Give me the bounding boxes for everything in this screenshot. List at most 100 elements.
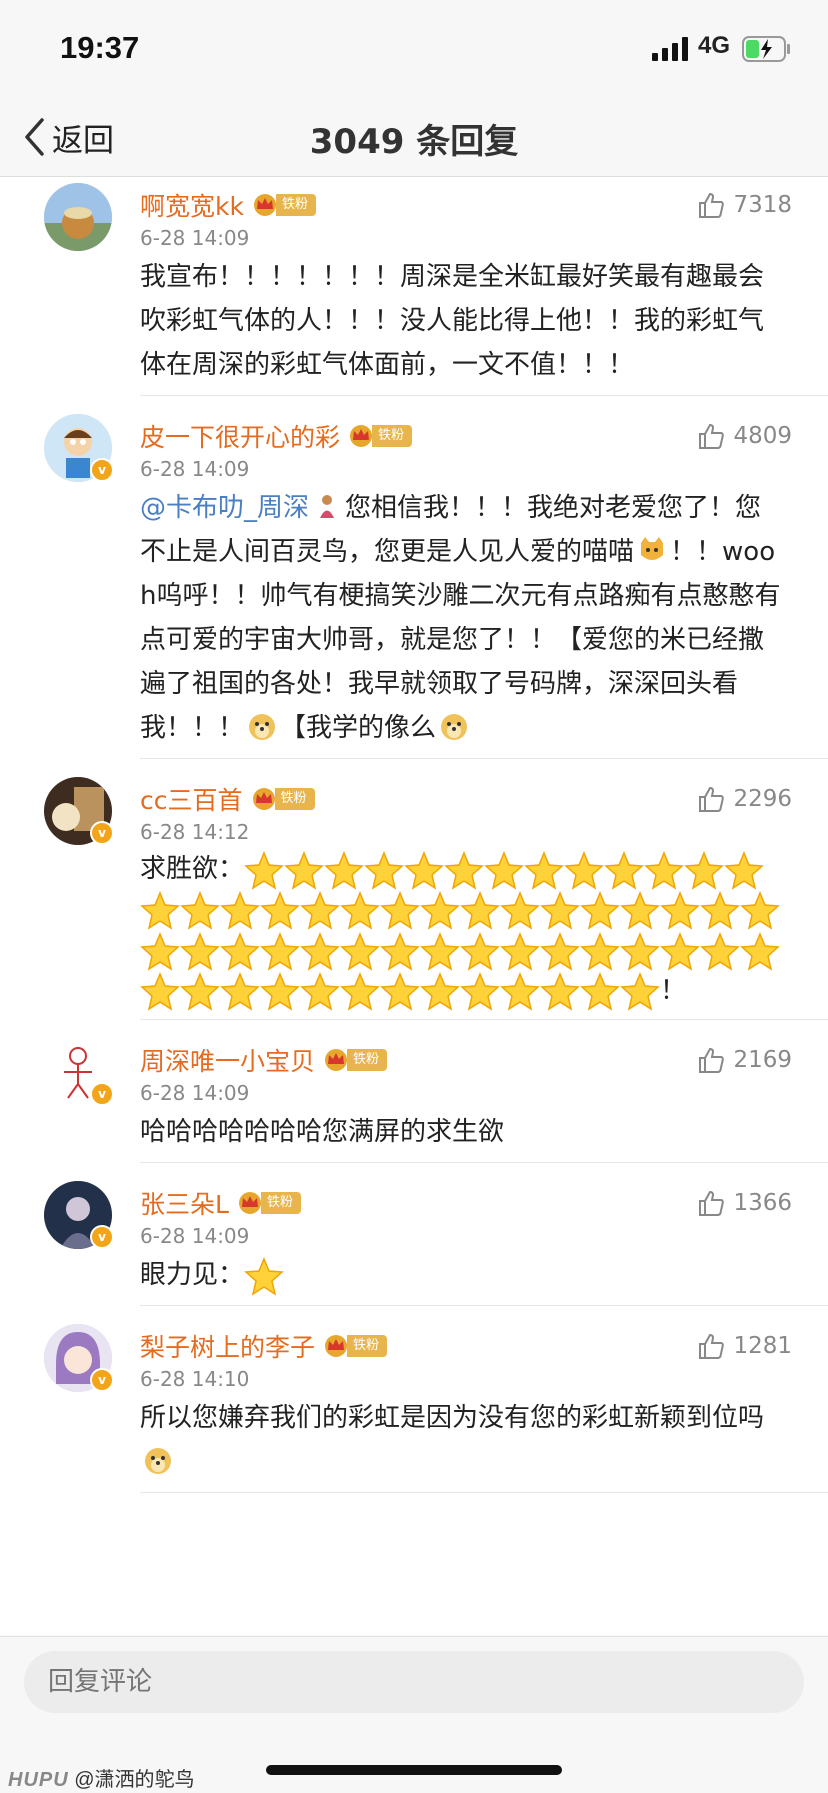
thumb-up-icon: [699, 192, 725, 218]
star-emoji: [540, 972, 580, 1011]
comment-time: 6-28 14:09: [140, 226, 250, 250]
like-count: 2296: [733, 786, 792, 812]
star-emoji: [300, 972, 340, 1011]
username[interactable]: 皮一下很开心的彩: [140, 418, 340, 454]
star-emoji: [340, 891, 380, 930]
verified-icon: v: [90, 1225, 114, 1249]
comment-list[interactable]: 啊宽宽kk 铁粉 7318 6-28 14:09 我宣布！！！！！！！周深是全米…: [0, 177, 828, 1635]
comment-text: 求胜欲： ！: [140, 849, 788, 1011]
star-emoji: [740, 891, 780, 930]
fan-badge-label: 铁粉: [275, 194, 316, 216]
like-button[interactable]: 1366: [697, 1189, 792, 1217]
star-emoji: [404, 850, 444, 890]
like-count: 2169: [733, 1047, 792, 1073]
star-emoji: [604, 850, 644, 890]
divider: [140, 1162, 828, 1163]
reply-input[interactable]: [24, 1651, 804, 1713]
star-emoji: [300, 891, 340, 930]
divider: [140, 758, 828, 759]
fan-badge-label: 铁粉: [372, 425, 413, 447]
watermark: HUPU @潇洒的鸵鸟: [8, 1763, 195, 1792]
reply-bar: HUPU @潇洒的鸵鸟: [0, 1636, 828, 1793]
fan-badge-label: 铁粉: [260, 1192, 301, 1214]
star-emoji: [420, 931, 460, 971]
fan-badge: 铁粉: [323, 1048, 388, 1072]
star-emoji: [244, 850, 284, 890]
star-emoji: [620, 891, 660, 930]
fan-badge: 铁粉: [251, 787, 315, 811]
star-emoji: [420, 891, 460, 930]
username[interactable]: 啊宽宽kk: [140, 187, 244, 223]
star-emoji: [660, 891, 700, 930]
star-emoji: [364, 850, 404, 890]
username[interactable]: 周深唯一小宝贝: [140, 1042, 315, 1078]
thumb-up-icon: [699, 1047, 725, 1073]
fan-badge-label: 铁粉: [347, 1335, 388, 1357]
star-emoji: [524, 850, 564, 890]
comment-text: 哈哈哈哈哈哈哈您满屏的求生欲: [140, 1117, 505, 1147]
person-emoji: [320, 495, 335, 518]
comment-text: 所以您嫌弃我们的彩虹是因为没有您的彩虹新颖到位吗: [140, 1396, 784, 1484]
page-title: 3049 条回复: [309, 122, 519, 162]
username[interactable]: 张三朵L: [140, 1185, 229, 1221]
like-button[interactable]: 1281: [697, 1332, 792, 1360]
star-emoji: [580, 891, 620, 930]
status-bar: 19:37 4G: [0, 0, 828, 100]
network-label: 4G: [698, 32, 731, 59]
username[interactable]: 梨子树上的李子: [140, 1328, 315, 1364]
like-button[interactable]: 7318: [697, 191, 792, 219]
like-count: 1281: [733, 1333, 792, 1359]
signal-icon: [652, 37, 688, 61]
like-button[interactable]: 4809: [697, 422, 792, 450]
comment-time: 6-28 14:09: [140, 1224, 250, 1248]
home-indicator[interactable]: [266, 1765, 562, 1775]
battery-icon: [742, 36, 790, 62]
star-emoji: [140, 972, 180, 1011]
nav-bar: 返回 3049 条回复: [0, 100, 828, 177]
star-emoji: [420, 972, 460, 1011]
comment-text-part: 【我学的像么: [280, 713, 437, 743]
fan-badge-label: 铁粉: [274, 788, 315, 810]
comment-item: v 张三朵L 铁粉 1366 6-28 14:09 眼力见：: [0, 1175, 828, 1318]
like-button[interactable]: 2169: [697, 1046, 792, 1074]
star-emoji: [484, 850, 524, 890]
comment-text-part: 求胜欲：: [140, 854, 245, 884]
username[interactable]: cc三百首: [140, 781, 243, 817]
comment-time: 6-28 14:10: [140, 1367, 250, 1391]
star-emoji: [244, 1256, 284, 1296]
star-emoji: [260, 972, 300, 1011]
thumb-up-icon: [699, 1333, 725, 1359]
fan-badge: 铁粉: [237, 1191, 301, 1215]
comment-text-part: 所以您嫌弃我们的彩虹是因为没有您的彩虹新颖到位吗: [140, 1403, 765, 1433]
comment-item: v 周深唯一小宝贝 铁粉 2169 6-28 14:09 哈哈哈哈哈哈哈您满屏的…: [0, 1032, 828, 1175]
mention-link[interactable]: @卡布叻_周深: [140, 493, 309, 523]
star-emoji: [300, 931, 340, 971]
fan-badge: 铁粉: [323, 1334, 388, 1358]
verified-icon: v: [90, 821, 114, 845]
star-emoji: [260, 891, 300, 930]
fan-badge: 铁粉: [348, 424, 413, 448]
comment-text: @卡布叻_周深 您相信我！！！我绝对老爱您了！您不止是人间百灵鸟，您更是人见人爱的…: [140, 486, 784, 750]
star-emoji: [380, 931, 420, 971]
comment-item: v 皮一下很开心的彩 铁粉 4809 6-28 14:09 @卡布叻_周深 您相信…: [0, 408, 828, 771]
star-emoji: [380, 891, 420, 930]
divider: [140, 1492, 828, 1493]
star-emoji: [324, 850, 364, 890]
thumb-up-icon: [699, 786, 725, 812]
comment-text: 我宣布！！！！！！！周深是全米缸最好笑最有趣最会吹彩虹气体的人！！！没人能比得上…: [140, 262, 765, 380]
star-emoji: [340, 931, 380, 971]
comment-text: 眼力见：: [140, 1253, 784, 1297]
star-emoji: [180, 891, 220, 930]
comment-time: 6-28 14:09: [140, 457, 250, 481]
star-emoji: [220, 972, 260, 1011]
star-emoji: [620, 972, 660, 1011]
like-button[interactable]: 2296: [697, 785, 792, 813]
verified-icon: v: [90, 1368, 114, 1392]
star-emoji: [564, 850, 604, 890]
verified-icon: v: [90, 458, 114, 482]
verified-icon: v: [90, 1082, 114, 1106]
star-emoji: [380, 972, 420, 1011]
avatar[interactable]: [44, 183, 112, 251]
comment-time: 6-28 14:12: [140, 820, 250, 844]
star-emoji: [644, 850, 684, 890]
